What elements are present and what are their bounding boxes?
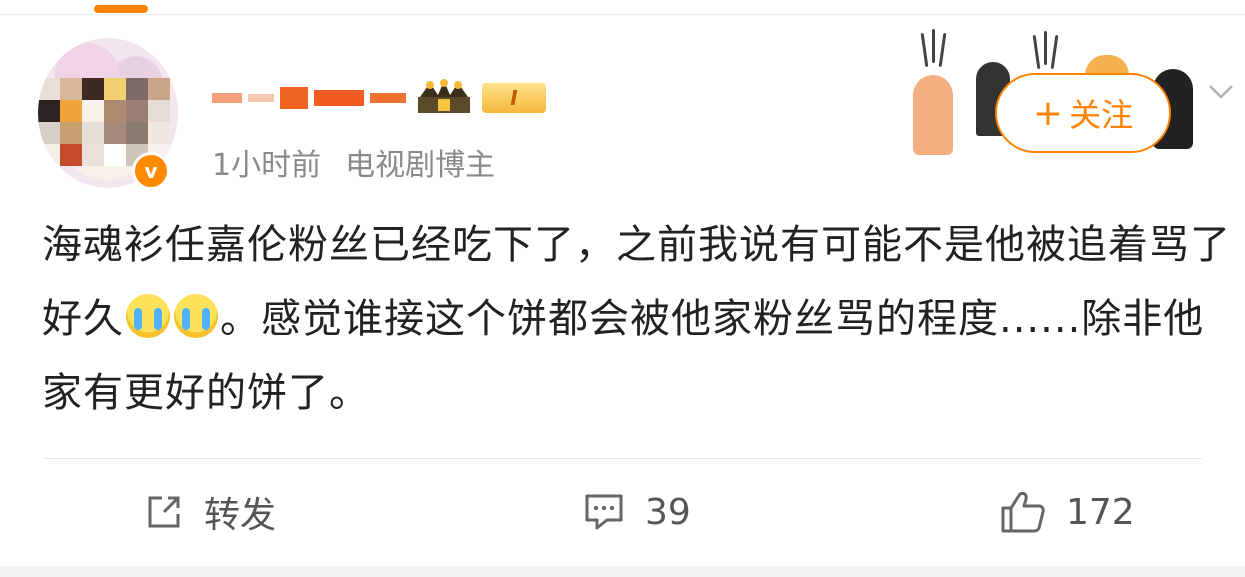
post-time: 1小时前 — [212, 148, 322, 183]
vip-level-badge: I — [482, 83, 546, 113]
bottom-separator — [0, 566, 1245, 577]
crying-face-icon — [126, 294, 170, 338]
comment-button[interactable]: 39 — [583, 480, 691, 544]
chevron-down-icon[interactable] — [1208, 78, 1234, 104]
post-meta: 1小时前 电视剧博主 — [212, 140, 495, 184]
post-source: 电视剧博主 — [345, 148, 496, 183]
repost-label: 转发 — [204, 495, 277, 536]
like-button[interactable]: 172 — [1000, 480, 1135, 544]
repost-icon — [148, 496, 180, 528]
top-tab-indicator — [94, 5, 148, 13]
username[interactable]: I — [212, 78, 546, 118]
follow-label: 关注 — [1069, 96, 1134, 134]
username-obscured — [212, 87, 406, 109]
plus-icon: + — [1032, 92, 1064, 134]
verified-badge-icon: v — [132, 152, 170, 190]
thumbs-up-icon — [1001, 491, 1045, 533]
action-bar: 转发 39 172 — [0, 480, 1245, 544]
actions-divider — [42, 458, 1202, 459]
follow-button[interactable]: + 关注 — [995, 73, 1171, 153]
comment-icon — [585, 494, 623, 530]
post-body: 海魂衫任嘉伦粉丝已经吃下了，之前我说有可能不是他被追着骂了好久 。感觉谁接这个饼都… — [42, 208, 1237, 430]
comment-count: 39 — [645, 491, 691, 533]
like-count: 172 — [1066, 491, 1135, 533]
crying-face-icon — [174, 294, 218, 338]
crown-icon — [416, 79, 472, 117]
top-divider — [0, 14, 1245, 15]
repost-button[interactable]: 转发 — [144, 480, 276, 544]
